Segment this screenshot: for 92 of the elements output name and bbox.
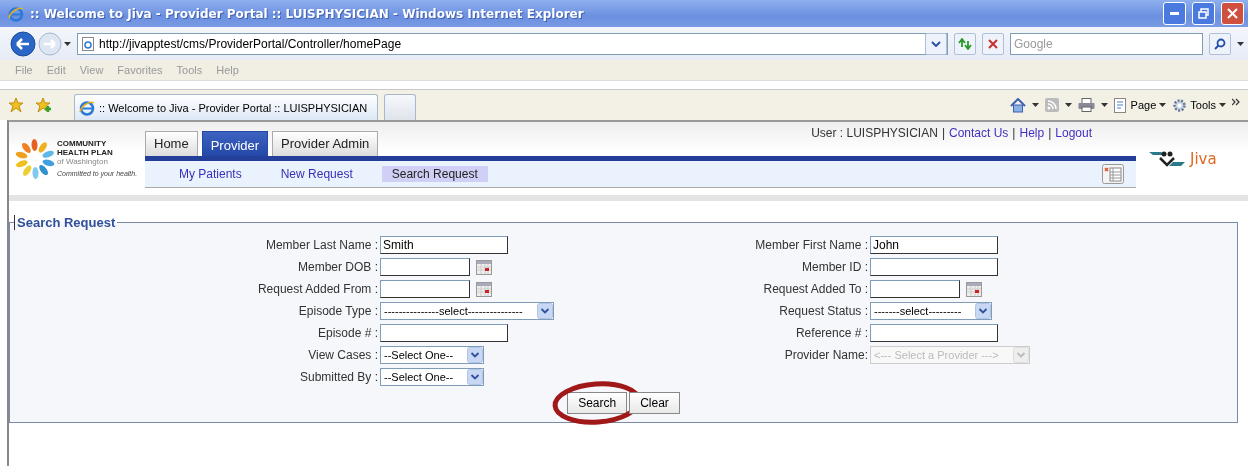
field-label: Request Added To : [762,282,868,296]
form-button[interactable]: Clear [629,392,680,414]
sub-nav-link[interactable]: New Request [270,166,363,182]
calendar-icon[interactable] [476,259,492,275]
logo-text: COMMUNITY [57,139,108,148]
chevron-down-icon [975,303,992,319]
restore-icon [1198,8,1209,19]
window-title: :: Welcome to Jiva - Provider Portal :: LUISPHYSICIAN - Windows Internet Explorer [30,6,585,21]
close-button[interactable] [1221,2,1244,25]
field-label: Member ID : [801,260,868,274]
caret-icon [1031,103,1039,107]
refresh-arrows-icon [958,37,972,50]
date-field[interactable] [380,280,470,298]
field-label: Episode # : [316,326,378,340]
dropdown-button[interactable] [925,32,947,55]
nav-tab[interactable]: Provider Admin [272,131,379,156]
header-link[interactable]: Logout [1055,126,1092,140]
dropdown-field[interactable]: --Select One-- [380,368,485,386]
minimize-icon [1170,12,1179,15]
refresh-button[interactable] [954,32,976,55]
chevron-down-icon [931,40,941,47]
address-bar[interactable]: http://jivapptest/cms/ProviderPortal/Controller/homePage [77,32,948,55]
caret-icon [1159,103,1167,107]
separator: | [941,126,945,140]
field-label: Provider Name: [783,348,868,362]
chevron-down-icon [1012,347,1029,363]
field-label: Member DOB : [297,260,378,274]
calendar-icon[interactable] [476,281,492,297]
date-field[interactable] [870,280,960,298]
text-field[interactable] [870,324,998,342]
search-button[interactable] [1209,32,1231,55]
nav-tab[interactable]: Home [145,131,198,156]
star-icon[interactable] [8,97,24,113]
field-label: Reference # : [794,326,868,340]
field-label: Submitted By : [298,370,378,384]
print-icon[interactable] [1077,98,1095,112]
feed-caret-icon [1064,103,1072,107]
separator: | [1012,126,1016,140]
browser-tab[interactable]: :: Welcome to Jiva - Provider Portal :: LUISPHYSICIAN [74,94,379,120]
gear-icon [1172,97,1188,113]
brand-name: Jiva [1190,149,1217,168]
document-icon [1113,97,1128,113]
logo-text: HEALTH PLAN [57,148,114,157]
text-field[interactable] [870,258,998,276]
caret-icon [1219,103,1226,107]
text-field[interactable]: Smith [380,236,508,254]
field-label: View Cases : [307,348,378,362]
sub-nav-link[interactable]: Search Request [381,166,488,182]
minimize-button[interactable] [1163,2,1186,25]
history-caret-icon [64,41,71,46]
separator: | [1048,126,1052,140]
browser-logo-icon [79,99,95,116]
dropdown-field[interactable]: ---------------select--------------- [380,302,554,320]
sub-nav-link[interactable]: My Patients [169,166,252,182]
page-menu-button[interactable]: Page [1113,97,1167,113]
nav-tab[interactable]: Provider [201,131,269,156]
close-icon [1227,8,1238,19]
home-icon[interactable] [1009,97,1026,113]
search-options-caret-icon [1237,41,1244,46]
chevron-down-icon [467,369,484,385]
page-icon [81,36,95,51]
search-icon [1214,37,1226,50]
header-link[interactable]: Contact Us [949,126,1009,140]
text-field[interactable] [380,324,508,342]
field-label: Member First Name : [754,238,868,252]
calendar-icon[interactable] [966,281,982,297]
logo-subtitle: of Washington [57,157,109,166]
chevron-right-icon[interactable] [1232,97,1240,106]
date-field[interactable] [380,258,470,276]
field-label: Episode Type : [297,304,378,318]
section-title: Search Request [14,215,118,230]
chevron-down-icon [536,303,553,319]
field-label: Request Status : [778,304,868,318]
form-button[interactable]: Search [567,392,628,414]
text-field[interactable]: John [870,236,998,254]
chevron-down-icon [467,347,484,363]
header-link[interactable]: Help [1019,126,1045,140]
tools-menu-button[interactable]: Tools [1172,97,1226,113]
caret-icon [1100,103,1108,107]
dropdown-field[interactable]: --Select One-- [380,346,485,364]
table-icon[interactable] [1102,164,1124,184]
restore-button[interactable] [1192,2,1215,25]
stop-button[interactable] [982,32,1004,55]
browser-logo-icon [8,5,24,22]
back-button[interactable] [10,30,36,57]
dropdown-field[interactable]: -------select--------- [870,302,993,320]
sun-logo-icon [15,138,55,179]
close-icon [988,38,998,49]
field-label: Request Added From : [256,282,378,296]
field-label: Member Last Name : [264,238,378,252]
add-favorite-icon[interactable] [36,97,52,113]
user-label: User : LUISPHYSICIAN [811,126,938,140]
